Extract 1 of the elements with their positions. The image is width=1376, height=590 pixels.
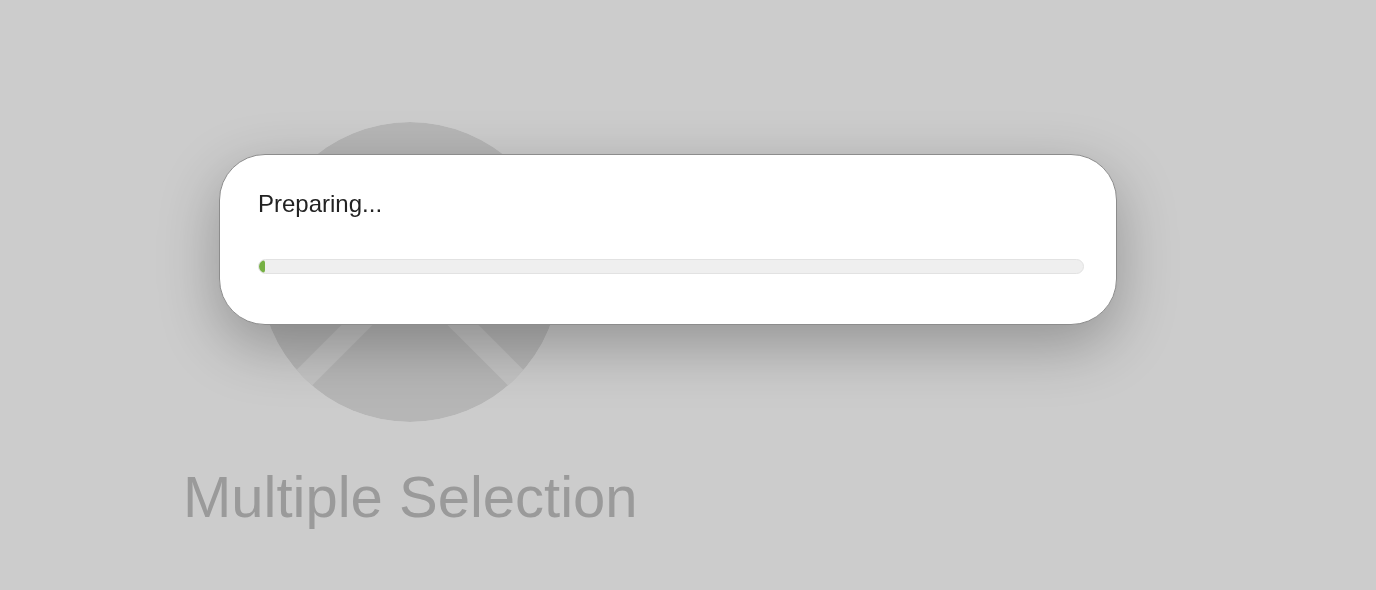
status-message: Preparing... (258, 189, 384, 219)
